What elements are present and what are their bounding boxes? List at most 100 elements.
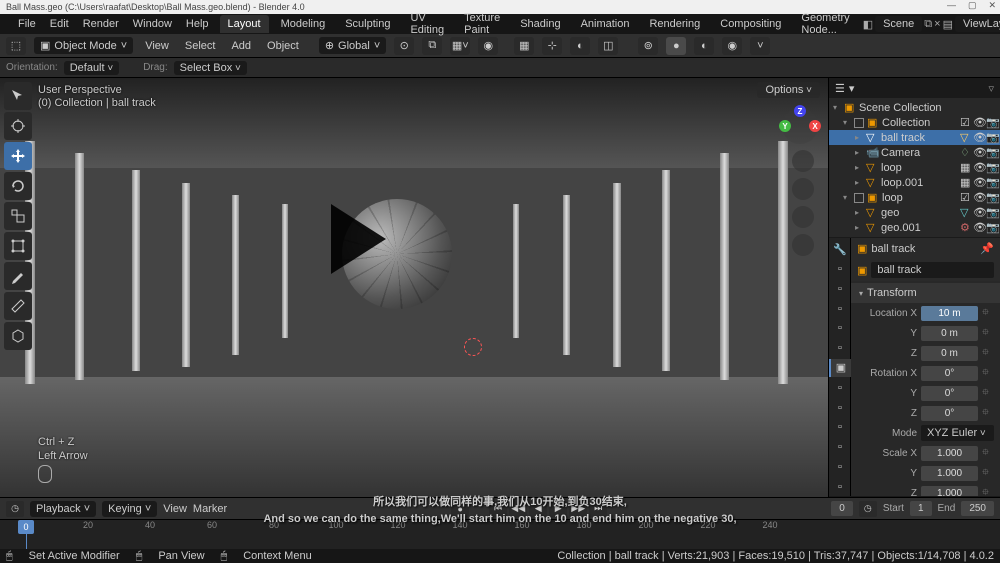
tool-rotate[interactable] <box>4 172 32 200</box>
editor-type-outliner-icon[interactable]: ☰ <box>835 82 845 95</box>
tab-compositing[interactable]: Compositing <box>712 15 789 33</box>
play-icon[interactable]: ▶ <box>549 501 567 517</box>
loc-z-input[interactable]: 0 m <box>921 346 978 361</box>
proptab-object-icon[interactable]: ▣ <box>829 359 851 378</box>
nav-gizmo[interactable]: Z Y X <box>782 108 818 144</box>
lock-icon[interactable]: ⯐ <box>982 385 994 401</box>
header-add[interactable]: Add <box>227 40 255 52</box>
header-object[interactable]: Object <box>263 40 303 52</box>
tree-row-loop[interactable]: ▸▽loop▦👁📷 <box>829 160 1000 175</box>
minimize-icon[interactable]: — <box>947 0 956 11</box>
keyframe-next-icon[interactable]: ▶▶ <box>569 501 587 517</box>
scale-z-input[interactable]: 1.000 <box>921 486 978 497</box>
rot-z-input[interactable]: 0° <box>921 406 978 421</box>
header-select[interactable]: Select <box>181 40 220 52</box>
menu-file[interactable]: File <box>12 16 42 32</box>
tool-select[interactable] <box>4 82 32 110</box>
outliner-search-input[interactable] <box>858 83 984 94</box>
lock-icon[interactable]: ⯐ <box>982 405 994 421</box>
orientation-selector[interactable]: ⊕ Global ˅ <box>319 37 386 54</box>
current-frame[interactable]: 0 <box>831 501 853 516</box>
shading-solid-icon[interactable]: ● <box>666 37 686 55</box>
maximize-icon[interactable]: ▢ <box>968 0 977 11</box>
proptab-world-icon[interactable]: ▫ <box>829 339 851 358</box>
autokey-icon[interactable]: ● <box>451 501 469 517</box>
tab-uv[interactable]: UV Editing <box>402 9 452 39</box>
loc-x-input[interactable]: 10 m <box>921 306 978 321</box>
vis-mesh-icon[interactable]: ▦ <box>514 37 534 55</box>
crumb-object[interactable]: ball track <box>871 243 915 255</box>
timeline-view[interactable]: View <box>163 503 187 515</box>
proptab-viewlayer-icon[interactable]: ▫ <box>829 299 851 318</box>
xray-icon[interactable]: ◫ <box>598 37 618 55</box>
axis-z-icon[interactable]: Z <box>794 105 806 117</box>
transform-panel-header[interactable]: ▾Transform <box>851 283 1000 303</box>
3d-viewport[interactable]: User Perspective (0) Collection | ball t… <box>0 78 828 497</box>
tree-row-scene[interactable]: ▾▣Scene Collection <box>829 100 1000 115</box>
tree-row-balltrack[interactable]: ▸▽ball track▽👁📷 <box>829 130 1000 145</box>
nav-camera-icon[interactable] <box>792 206 814 228</box>
close-icon[interactable]: ✕ <box>988 0 996 11</box>
timeline-keying[interactable]: Keying ˅ <box>102 501 157 517</box>
end-frame[interactable]: 250 <box>961 501 994 516</box>
gizmo-icon[interactable]: ⊹ <box>542 37 562 55</box>
proptab-particle-icon[interactable]: ▫ <box>829 398 851 417</box>
proptab-physics-icon[interactable]: ▫ <box>829 418 851 437</box>
timeline-track[interactable]: 020406080100120140160180200220240 0 <box>0 519 1000 549</box>
timeline-marker[interactable]: Marker <box>193 503 227 515</box>
header-view[interactable]: View <box>141 40 173 52</box>
proptab-output-icon[interactable]: ▫ <box>829 280 851 299</box>
lock-icon[interactable]: ⯐ <box>982 445 994 461</box>
scale-y-input[interactable]: 1.000 <box>921 466 978 481</box>
tool-move[interactable] <box>4 142 32 170</box>
jump-start-icon[interactable]: ⏮ <box>489 501 507 517</box>
proptab-tool-icon[interactable]: 🔧 <box>829 240 851 259</box>
tool-scale[interactable] <box>4 202 32 230</box>
rot-x-input[interactable]: 0° <box>921 366 978 381</box>
lock-icon[interactable]: ⯐ <box>982 325 994 341</box>
tree-row-geo001[interactable]: ▸▽geo.001⚙👁📷 <box>829 220 1000 235</box>
mode-selector[interactable]: ▣ Object Mode ˅ <box>34 37 133 54</box>
snap-type-icon[interactable]: ▦˅ <box>450 37 470 55</box>
pin-icon[interactable]: 📌 <box>980 242 994 255</box>
pivot-icon[interactable]: ⊙ <box>394 37 414 55</box>
overlay-icon[interactable]: ◐ <box>570 37 590 55</box>
new-scene-icon[interactable]: ⧉ <box>924 17 932 31</box>
scene-selector[interactable]: Scene <box>875 16 922 32</box>
drag-value[interactable]: Select Box ˅ <box>174 61 247 75</box>
tab-sculpting[interactable]: Sculpting <box>337 15 398 33</box>
menu-window[interactable]: Window <box>127 16 178 32</box>
rotation-mode[interactable]: XYZ Euler ˅ <box>921 425 994 441</box>
start-frame[interactable]: 1 <box>910 501 932 516</box>
preview-range-icon[interactable]: ◷ <box>859 501 877 517</box>
lock-icon[interactable]: ⯐ <box>982 345 994 361</box>
shading-options-icon[interactable]: ˅ <box>750 37 770 55</box>
tab-layout[interactable]: Layout <box>220 15 269 33</box>
tab-geonodes[interactable]: Geometry Node... <box>793 9 857 39</box>
shading-wire-icon[interactable]: ⊚ <box>638 37 658 55</box>
viewlayer-selector[interactable]: ViewLayer <box>955 16 1000 32</box>
lock-icon[interactable]: ⯐ <box>982 485 994 496</box>
tab-animation[interactable]: Animation <box>573 15 638 33</box>
rot-y-input[interactable]: 0° <box>921 386 978 401</box>
menu-render[interactable]: Render <box>77 16 125 32</box>
jump-end-icon[interactable]: ⏭ <box>589 501 607 517</box>
loc-y-input[interactable]: 0 m <box>921 326 978 341</box>
tree-row-camera[interactable]: ▸📹Camera♢👁📷 <box>829 145 1000 160</box>
axis-y-icon[interactable]: Y <box>779 120 791 132</box>
tool-cursor[interactable] <box>4 112 32 140</box>
orientation-value[interactable]: Default ˅ <box>64 61 119 75</box>
tree-row-collection[interactable]: ▾▣Collection☑👁📷 <box>829 115 1000 130</box>
editor-type-timeline-icon[interactable]: ◷ <box>6 501 24 517</box>
lock-icon[interactable]: ⯐ <box>982 465 994 481</box>
tab-texturepaint[interactable]: Texture Paint <box>456 9 508 39</box>
tree-row-loop001[interactable]: ▸▽loop.001▦👁📷 <box>829 175 1000 190</box>
proptab-constraint-icon[interactable]: ▫ <box>829 438 851 457</box>
menu-edit[interactable]: Edit <box>44 16 75 32</box>
proportional-icon[interactable]: ◉ <box>478 37 498 55</box>
shading-matprev-icon[interactable]: ◐ <box>694 37 714 55</box>
proptab-material-icon[interactable]: ▫ <box>829 477 851 496</box>
filter-icon[interactable]: ▿ <box>988 82 994 95</box>
proptab-scene-icon[interactable]: ▫ <box>829 319 851 338</box>
tree-row-loop-col[interactable]: ▾▣loop☑👁📷 <box>829 190 1000 205</box>
